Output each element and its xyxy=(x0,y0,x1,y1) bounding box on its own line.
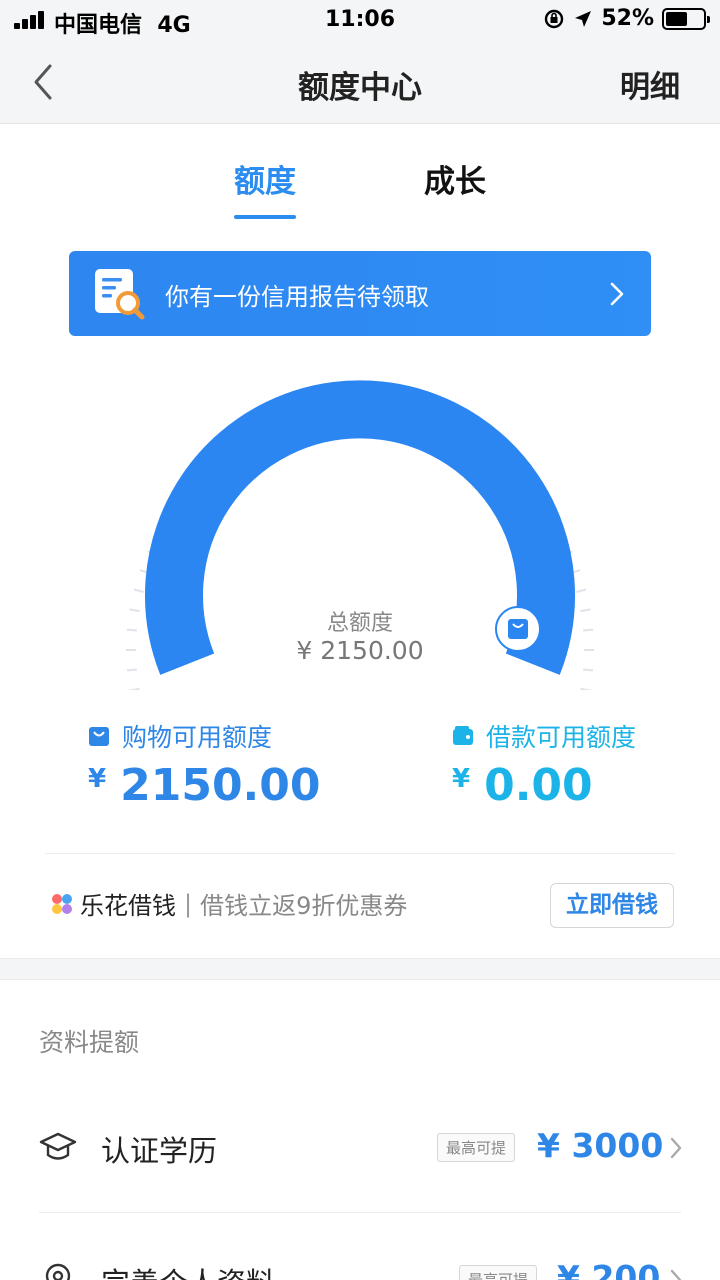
gauge-tick xyxy=(580,687,593,690)
status-right: 52% xyxy=(543,6,710,31)
gauge-total: ¥ 2150.00 xyxy=(296,636,424,665)
promo-separator: | xyxy=(184,889,193,918)
loan-amount: ¥ 0.00 xyxy=(452,760,593,811)
tab-limit[interactable]: 额度 xyxy=(234,156,296,201)
section-gap xyxy=(0,958,720,980)
loan-limit-label: 借款可用额度 xyxy=(486,723,637,752)
loan-amount-value: 0.00 xyxy=(484,760,593,811)
banner-text: 你有一份信用报告待领取 xyxy=(165,283,429,311)
max-tag: 最高可提 xyxy=(459,1265,538,1280)
divider xyxy=(39,1212,681,1213)
shopping-bag-icon xyxy=(89,727,109,746)
wallet-icon xyxy=(453,726,473,745)
section-title: 资料提额 xyxy=(39,1028,140,1057)
tab-indicator xyxy=(234,215,296,219)
loan-limit-header: 借款可用额度 xyxy=(452,718,636,754)
page-title: 额度中心 xyxy=(298,70,422,106)
loan-promo: 乐花借钱 | 借钱立返9折优惠券 xyxy=(50,886,407,921)
max-tag: 最高可提 xyxy=(437,1133,516,1162)
shopping-amount: ¥ 2150.00 xyxy=(88,760,321,811)
list-item-profile[interactable]: 完善个人资料 最高可提 ¥ 200 xyxy=(39,1244,689,1280)
graduation-cap-icon xyxy=(39,1132,77,1160)
chevron-right-icon xyxy=(670,1137,682,1159)
location-arrow-icon xyxy=(575,10,592,27)
location-pin-icon xyxy=(45,1263,71,1280)
gauge-tick xyxy=(127,687,140,690)
gauge-tick xyxy=(576,588,587,593)
list-item-value: ¥ 3000 xyxy=(537,1126,664,1165)
battery-percent: 52% xyxy=(601,6,654,31)
tab-growth[interactable]: 成长 xyxy=(424,156,486,201)
credit-report-icon xyxy=(95,269,145,320)
gauge-label: 总额度 xyxy=(326,611,393,636)
list-item-value: ¥ 200 xyxy=(557,1258,661,1280)
shopping-limit-label: 购物可用额度 xyxy=(122,723,273,752)
chevron-right-icon xyxy=(610,282,624,306)
gauge-tick xyxy=(583,668,594,672)
promo-description: 借钱立返9折优惠券 xyxy=(200,892,408,920)
divider xyxy=(45,853,675,854)
orientation-lock-icon xyxy=(545,9,564,28)
loan-currency: ¥ xyxy=(452,764,471,794)
list-item-label: 认证学历 xyxy=(101,1134,218,1168)
chevron-right-icon xyxy=(670,1269,682,1280)
detail-button[interactable]: 明细 xyxy=(620,62,680,106)
list-item-education[interactable]: 认证学历 最高可提 ¥ 3000 xyxy=(39,1112,689,1182)
gauge-tick xyxy=(133,588,144,593)
promo-name: 乐花借钱 xyxy=(80,892,176,920)
battery-icon xyxy=(662,7,710,30)
borrow-now-button[interactable]: 立即借钱 xyxy=(550,883,674,928)
lehua-logo-icon xyxy=(52,893,72,914)
shopping-amount-value: 2150.00 xyxy=(120,760,321,811)
nav-bar: 额度中心 明细 xyxy=(0,40,720,124)
shopping-limit-header: 购物可用额度 xyxy=(88,718,272,754)
shopping-currency: ¥ xyxy=(88,764,107,794)
credit-report-banner[interactable]: 你有一份信用报告待领取 xyxy=(69,251,651,336)
list-item-label: 完善个人资料 xyxy=(101,1260,275,1280)
gauge-tick xyxy=(126,668,137,672)
status-bar: 中国电信 4G 11:06 52% xyxy=(0,0,720,40)
